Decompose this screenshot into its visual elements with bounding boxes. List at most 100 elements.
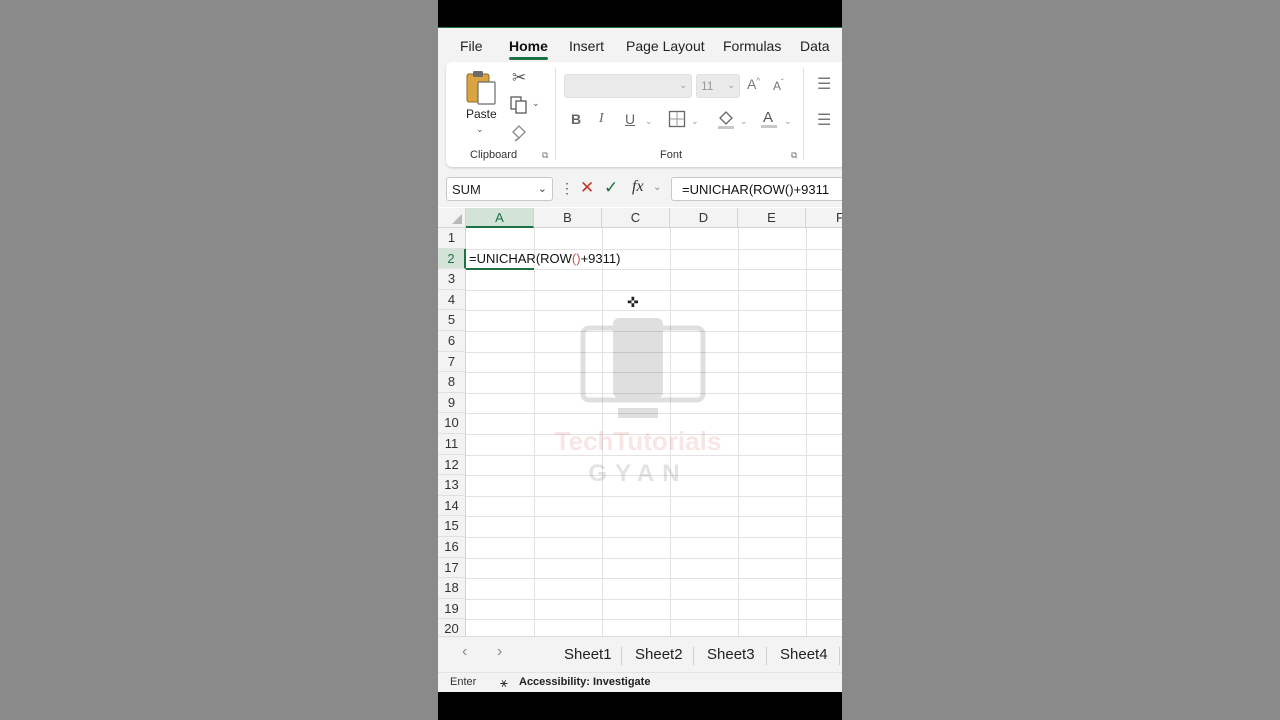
row-header[interactable]: 8 [438, 372, 466, 393]
row-header[interactable]: 13 [438, 475, 466, 496]
paste-dropdown-icon[interactable]: ⌄ [476, 124, 484, 135]
row-header[interactable]: 16 [438, 537, 466, 558]
cell-a2-text-parens: () [571, 251, 581, 266]
clipboard-group-label: Clipboard [470, 149, 518, 161]
cut-icon[interactable]: ✂ [512, 68, 526, 88]
fill-color-dropdown-icon[interactable]: ⌄ [740, 116, 748, 127]
tab-page-layout[interactable]: Page Layout [626, 38, 705, 54]
format-painter-icon[interactable] [510, 124, 528, 142]
tab-file[interactable]: File [460, 38, 483, 54]
font-size-dropdown-icon: ⌄ [727, 80, 735, 90]
row-gridline [466, 495, 842, 497]
enter-icon[interactable]: ✓ [604, 178, 618, 198]
cell-a2-content: =UNICHAR(ROW()+9311) [469, 251, 620, 266]
fx-icon[interactable]: fx [632, 178, 644, 196]
font-name-combo[interactable]: ⌄ [564, 74, 692, 98]
name-box[interactable]: SUM ⌄ [446, 177, 553, 201]
row-gridline [466, 331, 842, 332]
borders-dropdown-icon[interactable]: ⌄ [691, 116, 699, 127]
tab-insert[interactable]: Insert [569, 38, 604, 54]
row-gridline [466, 351, 842, 353]
row-header[interactable]: 12 [438, 454, 466, 476]
sheet-tab-1[interactable]: Sheet1 [564, 646, 612, 663]
paste-label[interactable]: Paste [466, 107, 497, 121]
row-header[interactable]: 20 [438, 619, 466, 636]
bold-button[interactable]: B [571, 111, 581, 127]
shrink-font-icon[interactable]: Aˇ [773, 78, 784, 93]
row-header[interactable]: 11 [438, 434, 466, 455]
more-options-icon[interactable]: ⋮ [560, 180, 574, 197]
group-separator [555, 68, 556, 160]
formula-expand-icon[interactable]: ⌄ [653, 182, 661, 193]
column-header-e[interactable]: E [738, 208, 806, 228]
top-letterbox [438, 0, 842, 27]
column-header-f[interactable]: F [806, 208, 842, 228]
column-header-b[interactable]: B [534, 208, 602, 228]
tab-home[interactable]: Home [509, 38, 548, 60]
name-box-dropdown-icon[interactable]: ⌄ [538, 182, 547, 195]
row-header[interactable]: 7 [438, 351, 466, 373]
row-gridline [466, 557, 842, 559]
row-header[interactable]: 18 [438, 578, 466, 599]
copy-dropdown-icon[interactable]: ⌄ [532, 98, 540, 109]
row-header[interactable]: 3 [438, 269, 466, 290]
accessibility-status[interactable]: Accessibility: Investigate [519, 676, 650, 688]
formula-bar: SUM ⌄ ⋮ ✕ ✓ fx ⌄ =UNICHAR(ROW()+9311 [438, 176, 842, 207]
font-launcher-icon[interactable]: ⧉ [791, 150, 797, 161]
sheet-tab-4[interactable]: Sheet4 [780, 646, 828, 663]
row-gridline [466, 598, 842, 600]
clipboard-launcher-icon[interactable]: ⧉ [542, 150, 548, 161]
sheet-tab-2[interactable]: Sheet2 [635, 646, 683, 663]
column-gridline [806, 228, 807, 636]
fill-color-icon[interactable] [716, 109, 736, 131]
cell-a2-text-part3: +9311) [580, 251, 621, 266]
ribbon-tabs: File Home Insert Page Layout Formulas Da… [438, 28, 842, 62]
cancel-icon[interactable]: ✕ [580, 178, 594, 198]
sheet-tab-3[interactable]: Sheet3 [707, 646, 755, 663]
font-color-dropdown-icon[interactable]: ⌄ [784, 116, 792, 127]
row-gridline [466, 372, 842, 374]
accessibility-icon[interactable]: ⚹ [500, 675, 508, 691]
font-size-value: 11 [701, 79, 714, 93]
align-left-icon[interactable]: ☰ [817, 110, 831, 130]
row-header[interactable]: 14 [438, 495, 466, 517]
align-top-icon[interactable]: ☰ [817, 74, 831, 94]
underline-dropdown-icon[interactable]: ⌄ [645, 116, 653, 127]
tab-data[interactable]: Data [800, 38, 830, 54]
row-header[interactable]: 6 [438, 331, 466, 352]
italic-button[interactable]: I [599, 111, 604, 127]
watermark-text-line1: TechTutorials [554, 426, 722, 456]
row-gridline [466, 475, 842, 477]
status-mode: Enter [450, 676, 477, 688]
row-header[interactable]: 4 [438, 289, 466, 311]
row-header[interactable]: 5 [438, 310, 466, 331]
row-header[interactable]: 17 [438, 557, 466, 579]
row-gridline [466, 454, 842, 456]
formula-input[interactable]: =UNICHAR(ROW()+9311 [671, 177, 842, 201]
font-size-combo[interactable]: 11 ⌄ [696, 74, 740, 98]
font-color-icon[interactable]: A [759, 108, 779, 130]
row-header[interactable]: 15 [438, 516, 466, 537]
tab-formulas[interactable]: Formulas [723, 38, 781, 54]
copy-icon[interactable] [510, 96, 528, 114]
underline-button[interactable]: U [625, 111, 635, 127]
watermark: TechTutorials GYAN [538, 318, 738, 498]
column-header-a[interactable]: A [466, 208, 534, 228]
sheet-scroll-left-icon[interactable]: ‹ [462, 643, 467, 661]
sheet-scroll-right-icon[interactable]: › [497, 643, 502, 661]
row-header[interactable]: 2 [438, 248, 466, 270]
column-header-c[interactable]: C [602, 208, 670, 228]
paste-icon[interactable] [464, 68, 498, 108]
tab-separator [621, 647, 622, 665]
tab-separator [839, 647, 840, 665]
borders-icon[interactable] [668, 110, 686, 128]
select-all-corner[interactable] [438, 208, 466, 228]
row-gridline [466, 619, 842, 621]
worksheet-grid[interactable]: A B C D E F 1 2 3 4 5 6 7 8 9 10 11 12 13 14 15 16 17 18 1… [438, 208, 842, 636]
row-header[interactable]: 19 [438, 598, 466, 620]
grow-font-icon[interactable]: A^ [747, 76, 760, 92]
row-header[interactable]: 10 [438, 413, 466, 434]
row-header[interactable]: 9 [438, 392, 466, 414]
row-header[interactable]: 1 [438, 228, 466, 249]
column-header-d[interactable]: D [670, 208, 738, 228]
